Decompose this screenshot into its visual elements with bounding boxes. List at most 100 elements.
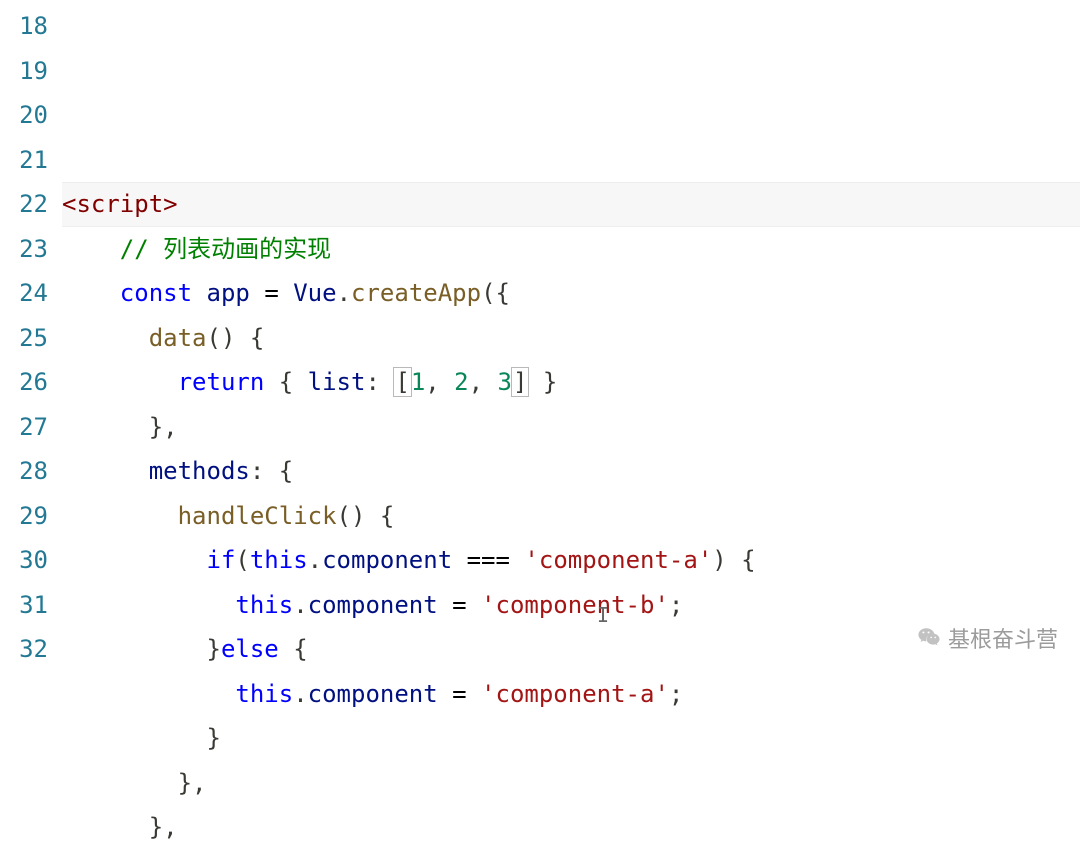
- code-line[interactable]: // 列表动画的实现: [62, 227, 1080, 272]
- token: 'component-a': [524, 546, 712, 574]
- line-number: 21: [0, 138, 48, 183]
- token: // 列表动画的实现: [120, 235, 331, 263]
- line-number: 19: [0, 49, 48, 94]
- code-line[interactable]: this.component = 'component-a';: [62, 672, 1080, 717]
- code-line[interactable]: this.component = 'component-b';: [62, 583, 1080, 628]
- token: {: [250, 324, 264, 352]
- token: }: [149, 413, 163, 441]
- token: 'component-b': [481, 591, 669, 619]
- code-editor[interactable]: 181920212223242526272829303132 I <script…: [0, 0, 1080, 674]
- token: [510, 546, 524, 574]
- line-number: 32: [0, 627, 48, 672]
- token: {: [741, 546, 755, 574]
- token: 'component-a': [481, 680, 669, 708]
- token: <: [62, 190, 76, 218]
- token: (): [207, 324, 236, 352]
- line-number: 18: [0, 4, 48, 49]
- line-number: 30: [0, 538, 48, 583]
- token: ,: [163, 413, 177, 441]
- code-line[interactable]: },: [62, 761, 1080, 806]
- token: this: [235, 680, 293, 708]
- token: }: [207, 724, 221, 752]
- code-line[interactable]: const app = Vue.createApp({: [62, 271, 1080, 316]
- token: [264, 368, 278, 396]
- code-line[interactable]: return { list: [1, 2, 3] }: [62, 360, 1080, 405]
- token: }: [149, 813, 163, 841]
- code-line[interactable]: },: [62, 405, 1080, 450]
- token: [365, 502, 379, 530]
- token: component: [322, 546, 452, 574]
- token: .: [293, 680, 307, 708]
- token: =: [452, 680, 466, 708]
- text-cursor-icon: I: [597, 593, 609, 638]
- token: 2: [454, 368, 468, 396]
- token: [440, 368, 454, 396]
- code-line[interactable]: handleClick() {: [62, 494, 1080, 539]
- token: const: [120, 279, 192, 307]
- token: [293, 368, 307, 396]
- token: [250, 279, 264, 307]
- code-line[interactable]: },: [62, 805, 1080, 850]
- code-line[interactable]: }: [62, 716, 1080, 761]
- token: }: [543, 368, 557, 396]
- line-number: 28: [0, 449, 48, 494]
- token: [: [393, 367, 411, 397]
- line-number: 22: [0, 182, 48, 227]
- line-number: 20: [0, 93, 48, 138]
- token: handleClick: [178, 502, 337, 530]
- token: component: [308, 680, 438, 708]
- token: =: [264, 279, 278, 307]
- token: [279, 279, 293, 307]
- token: ,: [469, 368, 483, 396]
- token: .: [293, 591, 307, 619]
- token: ;: [669, 680, 683, 708]
- code-line[interactable]: if(this.component === 'component-a') {: [62, 538, 1080, 583]
- token: ,: [425, 368, 439, 396]
- token: :: [365, 368, 379, 396]
- token: [467, 591, 481, 619]
- token: >: [163, 190, 177, 218]
- token: this: [235, 591, 293, 619]
- token: createApp: [351, 279, 481, 307]
- token: [467, 680, 481, 708]
- code-line[interactable]: <script>: [62, 182, 1080, 227]
- token: .: [337, 279, 351, 307]
- code-area[interactable]: I <script> // 列表动画的实现 const app = Vue.cr…: [62, 0, 1080, 674]
- token: [192, 279, 206, 307]
- line-number: 23: [0, 227, 48, 272]
- token: {: [279, 368, 293, 396]
- token: (: [481, 279, 495, 307]
- wechat-icon: [916, 625, 942, 651]
- line-number: 26: [0, 360, 48, 405]
- token: component: [308, 591, 438, 619]
- token: [264, 457, 278, 485]
- token: if: [207, 546, 236, 574]
- token: 1: [411, 368, 425, 396]
- token: {: [279, 457, 293, 485]
- line-number: 29: [0, 494, 48, 539]
- token: }: [178, 769, 192, 797]
- token: ===: [467, 546, 510, 574]
- token: [235, 324, 249, 352]
- token: this: [250, 546, 308, 574]
- watermark-text: 基根奋斗营: [948, 622, 1058, 654]
- token: [727, 546, 741, 574]
- token: methods: [149, 457, 250, 485]
- token: ,: [192, 769, 206, 797]
- token: script: [76, 190, 163, 218]
- code-line[interactable]: data() {: [62, 316, 1080, 361]
- token: :: [250, 457, 264, 485]
- token: ;: [669, 591, 683, 619]
- token: {: [380, 502, 394, 530]
- token: [438, 680, 452, 708]
- token: return: [178, 368, 265, 396]
- line-number: 27: [0, 405, 48, 450]
- token: list: [308, 368, 366, 396]
- token: ): [712, 546, 726, 574]
- token: (): [337, 502, 366, 530]
- code-line[interactable]: methods: {: [62, 449, 1080, 494]
- token: }: [207, 635, 221, 663]
- token: {: [293, 635, 307, 663]
- token: =: [452, 591, 466, 619]
- token: ,: [163, 813, 177, 841]
